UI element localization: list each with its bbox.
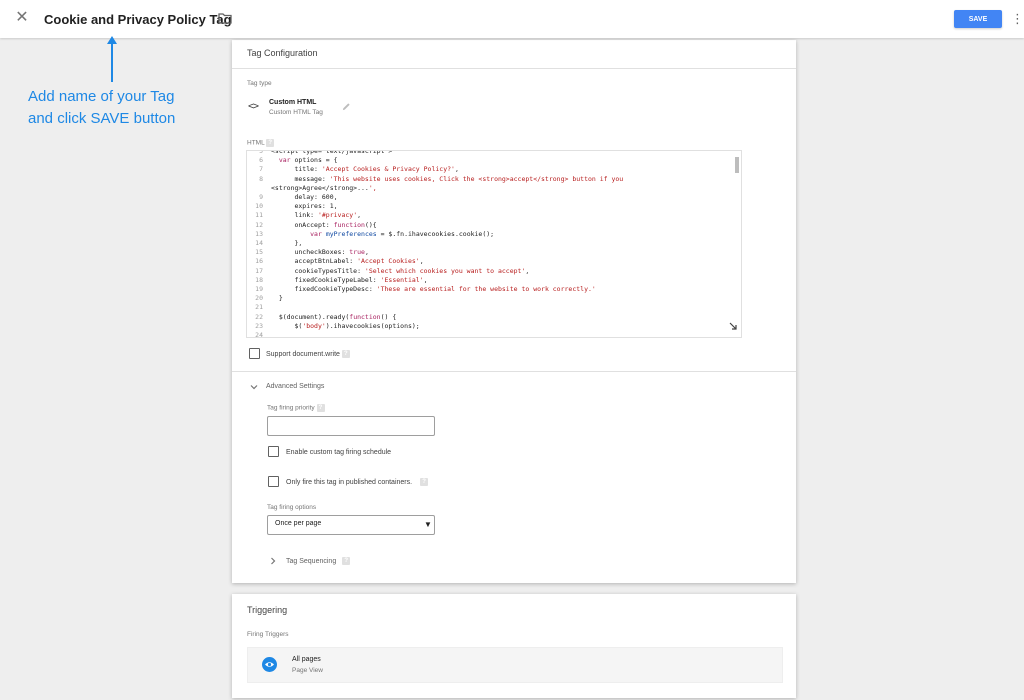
published-only-checkbox[interactable]	[268, 476, 279, 487]
html-label-text: HTML	[247, 139, 265, 147]
html-code-editor[interactable]: 5 <script type="text/javascript"> 6 var op…	[246, 150, 742, 338]
help-icon[interactable]: ?	[341, 350, 350, 358]
trigger-type: Page View	[292, 667, 323, 674]
code-text: uncheckBoxes: true,	[271, 248, 369, 257]
support-document-write-row: Support document.write ?	[266, 350, 350, 358]
support-document-write-checkbox[interactable]	[249, 348, 260, 359]
close-icon[interactable]: ✕	[14, 10, 30, 26]
code-line[interactable]: 23 $('body').ihavecookies(options);	[247, 321, 420, 331]
dropdown-arrow-icon: ▼	[424, 520, 432, 529]
code-text: },	[271, 239, 303, 247]
code-text: }	[271, 294, 283, 303]
line-number: 24	[255, 331, 263, 338]
divider	[232, 68, 796, 69]
divider	[232, 371, 796, 372]
code-text: message: 'This website uses cookies, Cli…	[271, 174, 624, 183]
chevron-down-icon[interactable]	[250, 383, 258, 391]
code-text: $(document).ready(function() {	[271, 312, 397, 321]
save-button[interactable]: SAVE	[954, 10, 1002, 28]
code-text: fixedCookieTypeDesc: 'These are essentia…	[271, 285, 596, 293]
code-icon: <>	[248, 101, 259, 112]
top-bar: ✕ Cookie and Privacy Policy Tag SAVE ⋮	[0, 0, 1024, 38]
firing-priority-input[interactable]	[267, 416, 435, 436]
pencil-icon[interactable]	[342, 102, 351, 111]
tag-type-label: Tag type	[247, 80, 272, 87]
custom-schedule-checkbox[interactable]	[268, 446, 279, 457]
published-only-label: Only fire this tag in published containe…	[286, 478, 413, 486]
tag-type-subtitle: Custom HTML Tag	[269, 109, 323, 116]
code-text: title: 'Accept Cookies & Privacy Policy?…	[271, 165, 459, 174]
tag-sequencing-label: Tag Sequencing	[286, 557, 337, 565]
chevron-right-icon[interactable]	[269, 557, 277, 565]
card-title: Tag Configuration	[247, 48, 318, 58]
trigger-name: All pages	[292, 656, 321, 663]
annotation-line-1: Add name of your Tag	[28, 88, 175, 105]
more-vert-icon[interactable]: ⋮	[1011, 11, 1024, 27]
code-text: <strong>Agree</strong>...',	[271, 183, 377, 192]
code-text: $('body').ihavecookies(options);	[271, 321, 420, 330]
eye-icon	[262, 657, 277, 672]
folder-icon[interactable]	[218, 12, 232, 24]
code-text: expires: 1,	[271, 202, 338, 211]
code-text: link: '#privacy',	[271, 211, 362, 220]
annotation-text: Add name of your Tag and click SAVE butt…	[28, 86, 218, 130]
code-text: fixedCookieTypeLabel: 'Essential',	[271, 275, 428, 284]
html-label: HTML ?	[247, 139, 275, 147]
triggering-title: Triggering	[247, 605, 288, 615]
help-icon[interactable]: ?	[316, 404, 325, 412]
tag-type-name[interactable]: Custom HTML	[269, 99, 316, 106]
editor-scrollbar[interactable]	[735, 157, 739, 173]
help-icon[interactable]: ?	[266, 139, 275, 147]
code-line[interactable]: 19 fixedCookieTypeDesc: 'These are essen…	[247, 284, 596, 294]
code-text: var myPreferences = $.fn.ihavecookies.co…	[310, 229, 495, 238]
firing-priority-row: Tag firing priority ?	[267, 404, 325, 412]
published-only-row: Only fire this tag in published containe…	[286, 478, 429, 486]
tag-name-field[interactable]: Cookie and Privacy Policy Tag	[44, 12, 232, 27]
firing-priority-label: Tag firing priority	[267, 404, 315, 412]
firing-options-label: Tag firing options	[267, 504, 317, 511]
tag-sequencing-row[interactable]: Tag Sequencing ?	[286, 557, 351, 565]
firing-options-select[interactable]: Once per page ▼	[267, 515, 435, 535]
trigger-row-all-pages[interactable]: All pages Page View	[247, 647, 783, 683]
advanced-settings-toggle[interactable]: Advanced Settings	[266, 383, 324, 390]
code-text: cookieTypesTitle: 'Select which cookies …	[271, 266, 530, 275]
tag-configuration-card: Tag Configuration Tag type <> Custom HTM…	[232, 40, 796, 583]
code-text: delay: 600,	[271, 193, 338, 201]
code-line[interactable]: 24	[247, 330, 271, 338]
annotation-line-2: and click SAVE button	[28, 110, 176, 127]
resize-icon[interactable]	[728, 321, 738, 331]
annotation-arrow-icon	[107, 36, 117, 82]
code-text: acceptBtnLabel: 'Accept Cookies',	[271, 257, 424, 266]
help-icon[interactable]: ?	[420, 478, 429, 486]
code-text: var options = {	[278, 156, 338, 165]
firing-options-value: Once per page	[275, 520, 322, 527]
help-icon[interactable]: ?	[342, 557, 351, 565]
triggering-card: Triggering Firing Triggers All pages Pag…	[232, 594, 796, 698]
support-document-write-label: Support document.write	[266, 350, 340, 358]
firing-triggers-label: Firing Triggers	[247, 631, 289, 638]
custom-schedule-label: Enable custom tag firing schedule	[286, 449, 392, 456]
code-text: onAccept: function(){	[271, 220, 377, 229]
